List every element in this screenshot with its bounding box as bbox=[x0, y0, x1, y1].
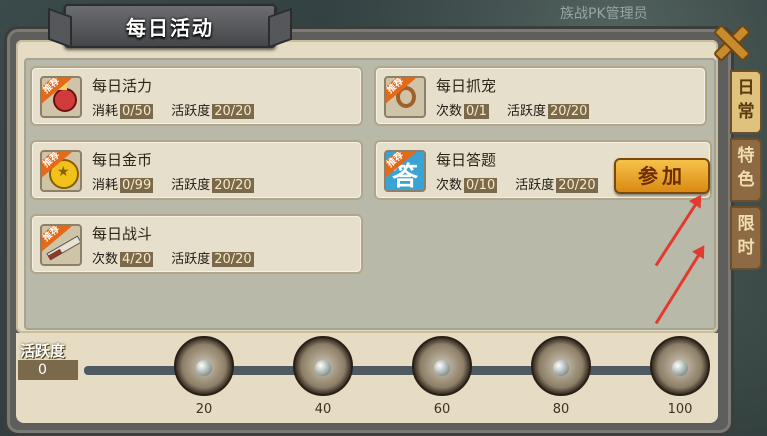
activity-points-value: 0 bbox=[18, 360, 78, 380]
pearl-icon bbox=[672, 360, 688, 376]
stat1-value: 0/99 bbox=[120, 178, 154, 193]
milestone-label: 20 bbox=[195, 402, 213, 417]
tab-limited[interactable]: 限时 bbox=[730, 206, 762, 270]
window-title: 每日活动 bbox=[126, 16, 214, 40]
reward-chest-80[interactable] bbox=[531, 336, 591, 396]
pearl-icon bbox=[553, 360, 569, 376]
reward-chest-20[interactable] bbox=[174, 336, 234, 396]
activity-card-battle[interactable]: 推荐 每日战斗 次数 4/20 活跃度 20/20 bbox=[30, 214, 363, 274]
stat2-label: 活跃度 bbox=[506, 104, 546, 119]
milestone-label: 60 bbox=[433, 402, 451, 417]
reward-chest-60[interactable] bbox=[412, 336, 472, 396]
stat1-label: 次数 bbox=[436, 178, 463, 193]
milestone-label: 80 bbox=[552, 402, 570, 417]
answer-icon: 答 推荐 bbox=[384, 150, 426, 192]
activity-title: 每日金币 bbox=[92, 151, 153, 169]
stat2-value: 20/20 bbox=[212, 104, 254, 119]
red-potion-icon: 推荐 bbox=[40, 76, 82, 118]
stat1-value: 0/50 bbox=[120, 104, 154, 119]
progress-panel bbox=[16, 333, 718, 423]
stat1-label: 次数 bbox=[92, 252, 119, 267]
stat1-label: 消耗 bbox=[92, 104, 119, 119]
title-banner: 每日活动 bbox=[64, 4, 276, 48]
stat2-value: 20/20 bbox=[212, 252, 254, 267]
close-icon[interactable] bbox=[712, 23, 752, 63]
reward-chest-40[interactable] bbox=[293, 336, 353, 396]
stat1-label: 次数 bbox=[436, 104, 463, 119]
stat2-label: 活跃度 bbox=[171, 104, 211, 119]
stat2-label: 活跃度 bbox=[171, 178, 211, 193]
activity-card-gold[interactable]: ★ 推荐 每日金币 消耗 0/99 活跃度 20/20 bbox=[30, 140, 363, 200]
stat1-value: 0/10 bbox=[464, 178, 498, 193]
activity-title: 每日活力 bbox=[92, 77, 153, 95]
milestone-label: 40 bbox=[314, 402, 332, 417]
stat2-value: 20/20 bbox=[212, 178, 254, 193]
pearl-icon bbox=[196, 360, 212, 376]
tab-daily[interactable]: 日常 bbox=[730, 70, 762, 134]
stat1-value: 0/1 bbox=[464, 104, 489, 119]
reward-chest-100[interactable] bbox=[650, 336, 710, 396]
stat1-value: 4/20 bbox=[120, 252, 154, 267]
map-player-label: 族战PK管理员 bbox=[560, 6, 648, 22]
stat2-label: 活跃度 bbox=[171, 252, 211, 267]
gold-coin-icon: ★ 推荐 bbox=[40, 150, 82, 192]
pearl-icon bbox=[434, 360, 450, 376]
pearl-icon bbox=[315, 360, 331, 376]
activity-points-label: 活跃度 bbox=[20, 342, 66, 360]
stat1-label: 消耗 bbox=[92, 178, 119, 193]
join-button[interactable]: 参加 bbox=[614, 158, 710, 194]
activity-card-vitality[interactable]: 推荐 每日活力 消耗 0/50 活跃度 20/20 bbox=[30, 66, 363, 126]
rope-lasso-icon: 推荐 bbox=[384, 76, 426, 118]
stat2-label: 活跃度 bbox=[515, 178, 555, 193]
crossed-swords-icon: 推荐 bbox=[40, 224, 82, 266]
activity-card-pet-catch[interactable]: 推荐 每日抓宠 次数 0/1 活跃度 20/20 bbox=[374, 66, 707, 126]
activity-title: 每日抓宠 bbox=[436, 77, 497, 95]
activity-title: 每日答题 bbox=[436, 151, 497, 169]
tab-special[interactable]: 特色 bbox=[730, 138, 762, 202]
stat2-value: 20/20 bbox=[556, 178, 598, 193]
milestone-label: 100 bbox=[667, 402, 693, 417]
stat2-value: 20/20 bbox=[547, 104, 590, 119]
activity-title: 每日战斗 bbox=[92, 225, 153, 243]
